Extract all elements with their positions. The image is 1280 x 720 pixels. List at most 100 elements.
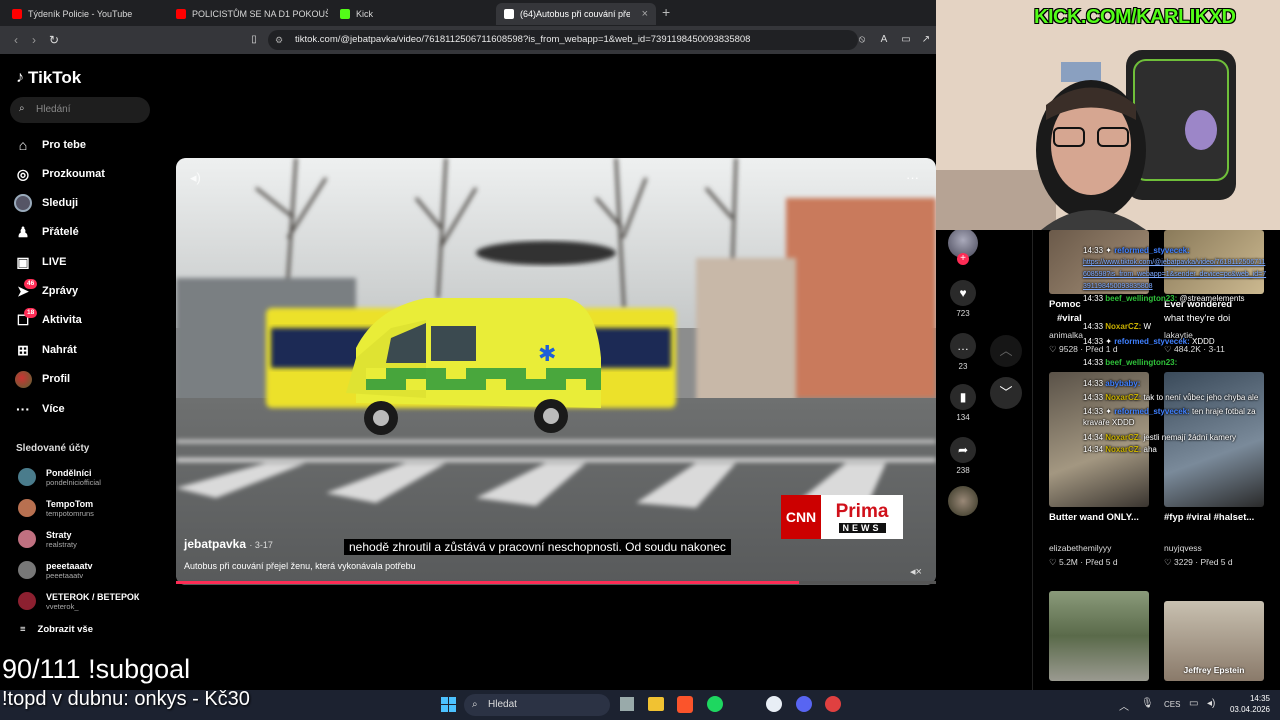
video-card-title[interactable]: Butter wand ONLY... [1049,512,1139,523]
followed-account[interactable]: TempoTom tempotomruns [18,495,94,521]
video-card-title[interactable]: Pomoc [1049,299,1081,310]
music-disc-icon[interactable] [948,486,978,516]
translate-icon[interactable]: A [874,30,894,50]
nav-item-zpravy[interactable]: ➤ 46 Zprávy [14,279,78,303]
video-caption: Autobus při couvání přejel ženu, která v… [184,561,416,571]
previous-video-chevron-up-icon[interactable]: ︿ [990,335,1022,367]
likes: 9528 [1058,344,1078,354]
video-thumbnail[interactable]: Jeffrey Epstein [1164,601,1264,681]
tab-youtube-2[interactable]: POLICISTŮM SE NA D1 POKOUŠEL U [168,3,328,25]
avatar [18,592,36,610]
video-card-author[interactable]: elizabethemilyyy [1049,543,1111,553]
chat-message: 14:33 NoxarCZ: tak to není vůbec jeho ch… [1083,392,1263,403]
video-progress-bar[interactable] [176,581,936,584]
file-explorer-icon[interactable] [648,697,664,711]
follow-plus-icon[interactable]: + [957,253,969,265]
chat-user: NoxarCZ: [1105,393,1142,402]
stream-chat-overlay: 14:33 ✦ reformed_styvecek: https://www.ti… [1083,245,1273,454]
tab-kick[interactable]: Kick [332,3,492,25]
when: Před 5 d [1085,557,1118,567]
chat-message: 14:33 ✦ reformed_styvecek: XDDD [1083,337,1215,346]
ccleaner-icon[interactable] [766,696,782,712]
nav-item-pro-tebe[interactable]: ⌂ Pro tebe [14,133,86,157]
nav-item-sleduji[interactable]: Sleduji [14,191,78,215]
chat-time: 14:34 [1083,433,1104,442]
share-icon[interactable]: ↗ [916,30,936,50]
next-video-chevron-down-icon[interactable]: ﹀ [990,377,1022,409]
task-view-icon[interactable] [620,697,634,711]
webcam-image [936,0,1280,230]
nav-item-nahrat[interactable]: ⊞ Nahrát [14,338,77,362]
share-arrow-icon: ➦ [950,437,976,463]
nav-item-live[interactable]: ▣ LIVE [14,250,66,274]
comment-button[interactable]: … 23 [948,333,978,371]
save-count: 134 [956,413,970,422]
nav-label: Prozkoumat [42,168,105,180]
video-card-title[interactable]: #fyp #viral #halset... [1164,512,1259,523]
search-input[interactable]: Hledání [10,97,150,123]
cnn-logo: CNN [781,495,821,539]
start-windows-icon[interactable] [441,697,456,712]
like-button[interactable]: ♥ 723 [948,280,978,318]
reload-icon[interactable]: ↻ [44,30,64,50]
nav-item-pratele[interactable]: ♟ Přátelé [14,220,79,244]
account-name: Pondělníci [46,467,92,478]
picture-in-picture-icon[interactable]: ▭ [896,30,916,50]
chat-user: reformed_styvecek: [1114,246,1190,255]
video-card-author[interactable]: nuyjqvess [1164,543,1202,553]
kick-channel-url: KICK.COM/KARLIKXD [1034,6,1236,28]
close-tab-icon[interactable]: × [642,8,648,20]
app-icon[interactable] [825,696,841,712]
network-icon[interactable]: ▭ [1189,698,1198,709]
followed-account[interactable]: Straty realstraty [18,526,77,552]
clock[interactable]: 14:35 03.04.2026 [1228,693,1270,715]
show-all-link[interactable]: ≡ Zobrazit vše [20,624,93,635]
video-card-stats: ♡ 3229 · Před 5 d [1164,557,1233,567]
followed-account[interactable]: VETEROK / ВЕТЕРОК vveterok_ [18,588,139,614]
chat-time: 14:33 [1083,246,1104,255]
taskbar-search[interactable]: ⌕ Hledat [464,694,610,716]
nav-item-aktivita[interactable]: ☐ 18 Aktivita [14,308,82,332]
kick-icon [340,9,350,19]
site-info-icon[interactable]: ⚙ [275,35,283,46]
news-logo: NEWS [838,522,886,533]
video-thumbnail[interactable] [1049,591,1149,681]
account-name: peeetaaatv [46,560,93,571]
mute-icon[interactable]: ◂× [910,565,922,578]
back-icon[interactable]: ‹ [6,30,26,50]
youtube-icon [12,9,22,19]
reader-icon[interactable]: ⦸ [852,30,872,50]
tab-tiktok-active[interactable]: (64)Autobus při couvání přej × [496,3,656,25]
language-indicator[interactable]: CES [1164,700,1180,709]
messages-badge: 46 [24,279,38,289]
thumbnail-caption: Jeffrey Epstein [1183,665,1245,675]
bookmark-icon[interactable]: ▯ [244,30,264,50]
tab-youtube-1[interactable]: Týdeník Policie - YouTube [4,3,164,25]
more-options-icon[interactable]: ··· [906,170,919,185]
save-button[interactable]: ▮ 134 [948,384,978,422]
tiktok-logo[interactable]: ♪ TikTok [16,68,81,88]
discord-icon[interactable] [796,696,812,712]
chat-message: 14:33 ✦ reformed_styvecek: https://www.ti… [1083,246,1267,290]
chat-user: reformed_styvecek: [1114,337,1190,346]
new-tab-button[interactable]: + [662,4,670,20]
nav-item-profil[interactable]: Profil [14,367,70,391]
followed-account[interactable]: Pondělníci pondelniciofficial [18,464,101,490]
share-button[interactable]: ➦ 238 [948,437,978,475]
brave-browser-icon[interactable] [677,696,693,713]
url-field[interactable]: tiktok.com/@jebatpavka/video/76181125067… [268,30,858,50]
microphone-icon[interactable]: 🎙 [1141,698,1154,709]
volume-icon[interactable]: ◂) [190,170,201,186]
tray-chevron-up-icon[interactable]: ︿ [1119,698,1129,713]
list-icon: ≡ [20,624,26,635]
followed-account[interactable]: peeetaaatv peeetaaatv [18,557,93,583]
spotify-icon[interactable] [707,696,723,712]
forward-icon[interactable]: › [24,30,44,50]
video-author[interactable]: jebatpavka · 3-17 [184,537,273,551]
nav-item-prozkoumat[interactable]: ◎ Prozkoumat [14,162,105,186]
video-card-author[interactable]: animalka [1049,330,1083,340]
tab-label: (64)Autobus při couvání přej [520,9,630,19]
nav-item-vice[interactable]: ··· Více [14,397,65,421]
video-player[interactable]: ✱ ◂) ··· CNN Prima NEWS nehodě zhroutil … [176,158,936,585]
volume-icon[interactable]: ◂) [1207,698,1215,709]
